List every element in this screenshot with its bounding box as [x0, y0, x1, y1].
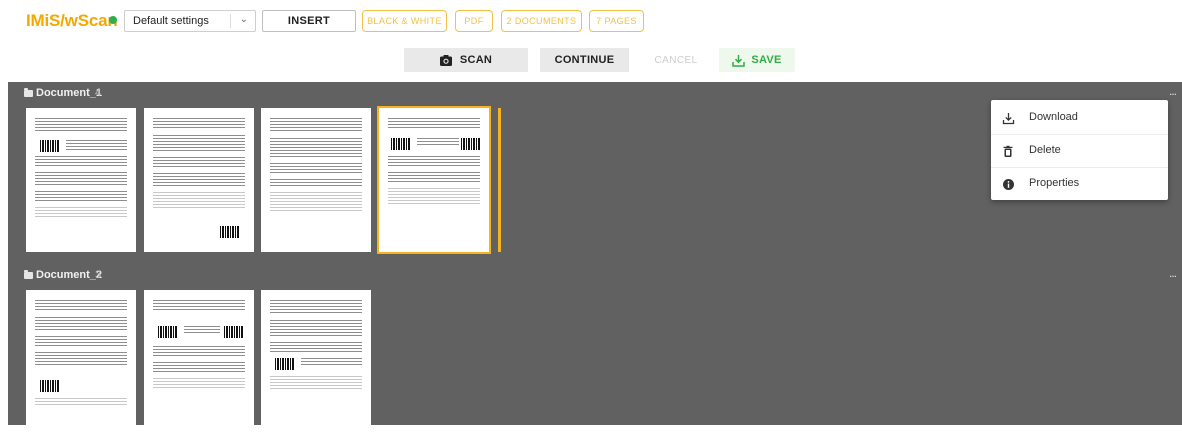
document-page-count: 4 [95, 87, 102, 99]
barcode-image [391, 138, 411, 150]
settings-profile-value: Default settings [133, 15, 209, 27]
more-options-icon[interactable]: ... [1169, 266, 1177, 280]
page-thumbnail[interactable] [26, 290, 136, 434]
page-thumbnail[interactable] [261, 108, 371, 252]
more-options-icon[interactable]: ... [1169, 84, 1177, 98]
document-name: Document_1 [36, 87, 103, 99]
menu-item-properties[interactable]: Properties [991, 167, 1168, 200]
folder-icon [24, 270, 33, 279]
barcode-image [40, 380, 60, 392]
save-button-label: SAVE [751, 54, 782, 66]
connection-status-indicator [109, 16, 117, 24]
cancel-button[interactable]: CANCEL [640, 48, 712, 72]
page-thumbnail[interactable] [261, 290, 371, 434]
page-thumbnail-selected[interactable] [377, 106, 491, 254]
barcode-image [461, 138, 481, 150]
menu-item-label: Properties [1029, 177, 1080, 189]
insert-position-marker [498, 108, 501, 252]
download-icon [1001, 111, 1015, 125]
chevron-down-icon: ⌄ [239, 14, 248, 25]
settings-profile-select[interactable]: Default settings ⌄ [124, 10, 256, 32]
app-logo: IMiS/wScan [26, 11, 118, 30]
page-thumbnail[interactable] [144, 108, 254, 252]
barcode-image [275, 358, 295, 370]
save-button[interactable]: SAVE [719, 48, 795, 72]
menu-item-label: Delete [1029, 144, 1061, 156]
scan-button[interactable]: SCAN [404, 48, 528, 72]
continue-button[interactable]: CONTINUE [540, 48, 629, 72]
barcode-image [224, 326, 244, 338]
file-format-chip[interactable]: PDF [455, 10, 493, 32]
scan-button-label: SCAN [459, 54, 493, 66]
document-page-count: 3 [95, 269, 102, 281]
page-thumbnail[interactable] [144, 290, 254, 434]
download-tray-icon [732, 54, 746, 67]
menu-item-download[interactable]: Download [991, 101, 1168, 134]
pages-count-chip[interactable]: 7 PAGES [589, 10, 644, 32]
documents-count-chip[interactable]: 2 DOCUMENTS [501, 10, 582, 32]
trash-icon [1001, 144, 1015, 158]
barcode-image [220, 226, 240, 238]
barcode-image [40, 140, 60, 152]
info-icon [1001, 177, 1015, 191]
color-mode-chip[interactable]: BLACK & WHITE [362, 10, 447, 32]
document-header[interactable]: Document_2 3 ... [8, 266, 1182, 286]
insert-button[interactable]: INSERT [262, 10, 356, 32]
barcode-image [158, 326, 178, 338]
folder-icon [24, 88, 33, 97]
menu-item-delete[interactable]: Delete [991, 134, 1168, 167]
camera-icon [439, 54, 452, 66]
page-thumbnail[interactable] [26, 108, 136, 252]
top-toolbar: IMiS/wScan Default settings ⌄ INSERT BLA… [0, 0, 1182, 42]
select-separator [230, 14, 231, 28]
menu-item-label: Download [1029, 111, 1078, 123]
document-context-menu: Download Delete Properties [991, 100, 1168, 200]
document-name: Document_2 [36, 269, 103, 281]
